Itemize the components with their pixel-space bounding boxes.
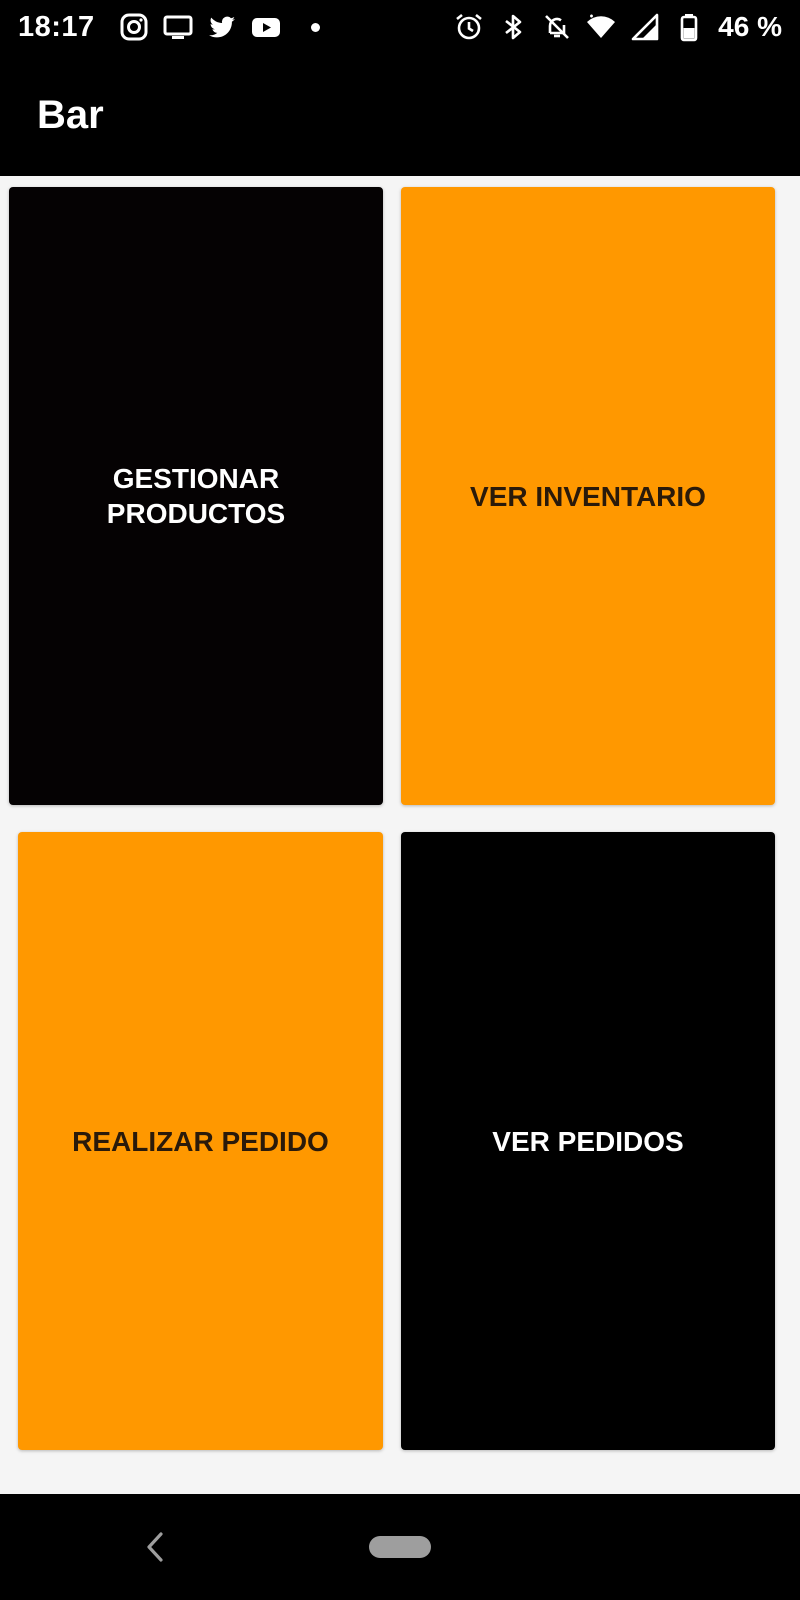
youtube-icon [251, 12, 281, 42]
app-title: Bar [37, 92, 104, 137]
realizar-pedido-label: REALIZAR PEDIDO [72, 1125, 329, 1157]
navigation-bar [0, 1494, 800, 1600]
tv-icon [163, 12, 193, 42]
battery-icon [674, 12, 704, 42]
status-right: 46 % [454, 11, 782, 43]
main-content: GESTIONAR PRODUCTOS VER INVENTARIO REALI… [0, 176, 800, 1494]
ver-inventario-label: VER INVENTARIO [470, 480, 706, 512]
bluetooth-icon [498, 12, 528, 42]
wifi-icon [586, 12, 616, 42]
status-left: 18:17 [18, 11, 320, 44]
gestionar-productos-button[interactable]: GESTIONAR PRODUCTOS [9, 187, 383, 805]
realizar-pedido-button[interactable]: REALIZAR PEDIDO [18, 832, 383, 1450]
app-bar: Bar [0, 54, 800, 176]
home-pill[interactable] [369, 1536, 431, 1558]
ver-inventario-button[interactable]: VER INVENTARIO [401, 187, 775, 805]
instagram-icon [119, 12, 149, 42]
notification-dot [310, 22, 320, 32]
battery-percentage: 46 % [718, 11, 782, 42]
twitter-icon [207, 12, 237, 42]
notifications-off-icon [542, 12, 572, 42]
alarm-icon [454, 12, 484, 42]
ver-pedidos-label: VER PEDIDOS [492, 1125, 684, 1157]
back-icon[interactable] [140, 1524, 170, 1570]
status-time: 18:17 [18, 10, 95, 43]
signal-icon [630, 12, 660, 42]
status-bar: 18:17 46 % [0, 0, 800, 54]
ver-pedidos-button[interactable]: VER PEDIDOS [401, 832, 775, 1450]
gestionar-productos-label: GESTIONAR PRODUCTOS [106, 463, 286, 529]
